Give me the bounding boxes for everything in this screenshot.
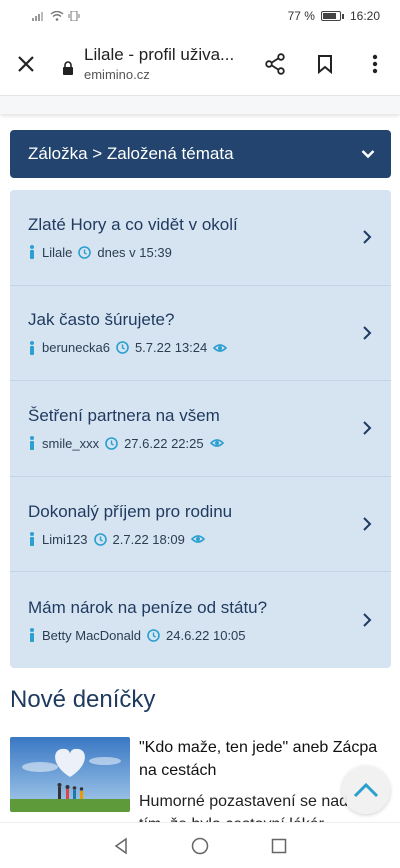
eye-icon: [209, 439, 224, 448]
status-right: 77 % 16:20: [288, 9, 380, 23]
bookmark-tab-selector[interactable]: Záložka > Založená témata: [10, 130, 391, 178]
topic-author: berunecka6: [42, 340, 110, 356]
bookmark-tab-label: Záložka > Založená témata: [28, 144, 234, 163]
topic-item[interactable]: Šetření partnera na všem smile_xxx 27.6.…: [10, 381, 391, 477]
wifi-icon: [50, 11, 64, 21]
topic-meta: Limi123 2.7.22 18:09: [28, 532, 232, 547]
topic-content: Dokonalý příjem pro rodinu Limi123 2.7.2…: [28, 502, 232, 547]
vibrate-icon: [68, 11, 80, 21]
page-domain: emimino.cz: [84, 67, 150, 82]
signal-icon: [32, 12, 43, 21]
topic-title: Zlaté Hory a co vidět v okolí: [28, 214, 238, 234]
topic-content: Jak často šúrujete? berunecka6 5.7.22 13…: [28, 310, 228, 356]
user-icon: [30, 628, 34, 643]
topic-item[interactable]: Zlaté Hory a co vidět v okolí Lilale dne…: [10, 190, 391, 286]
clock-icon: [116, 341, 129, 355]
topic-author: Betty MacDonald: [42, 627, 141, 643]
clock-icon: [93, 532, 107, 546]
clock-icon: [78, 245, 92, 259]
topic-author: smile_xxx: [42, 435, 100, 451]
diaries-heading: Nové deníčky: [10, 686, 156, 713]
eye-icon: [213, 344, 228, 352]
url-area[interactable]: Lilale - profil uživa... emimino.cz: [52, 45, 250, 82]
battery-percent: 77 %: [287, 9, 315, 23]
topic-date: 27.6.22 22:25: [124, 435, 204, 451]
page-top-strip: [0, 96, 400, 114]
topic-title: Šetření partnera na všem: [28, 405, 220, 425]
topic-content: Šetření partnera na všem smile_xxx 27.6.…: [28, 406, 224, 451]
page-title: Lilale - profil uživa...: [84, 45, 235, 64]
user-icon: [30, 532, 34, 547]
chevron-right-icon: [363, 230, 372, 245]
chevron-up-icon: [353, 782, 379, 798]
browser-toolbar: Lilale - profil uživa... emimino.cz: [0, 32, 400, 96]
lock-icon: [63, 61, 73, 75]
topic-date: 5.7.22 13:24: [134, 340, 208, 356]
topic-date: 24.6.22 10:05: [166, 627, 246, 643]
topic-date: dnes v 15:39: [97, 244, 172, 260]
topic-content: Zlaté Hory a co vidět v okolí Lilale dne…: [28, 215, 238, 260]
topic-title: Dokonalý příjem pro rodinu: [28, 501, 233, 521]
chevron-right-icon: [363, 613, 372, 627]
battery-icon: [320, 11, 341, 21]
diary-thumbnail[interactable]: [10, 737, 130, 812]
user-icon: [30, 436, 34, 451]
scroll-top-button[interactable]: [342, 766, 390, 814]
topic-author: Lilale: [42, 244, 73, 260]
status-icons: [32, 11, 80, 21]
topic-title: Mám nárok na peníze od státu?: [28, 597, 268, 617]
system-nav-bar: [0, 822, 400, 868]
topic-item[interactable]: Dokonalý příjem pro rodinu Limi123 2.7.2…: [10, 477, 391, 573]
topic-item[interactable]: Mám nárok na peníze od státu? Betty MacD…: [10, 572, 391, 668]
topic-author: Limi123: [42, 531, 88, 547]
eye-icon: [190, 535, 205, 543]
topic-title: Jak často šúrujete?: [28, 310, 175, 330]
chevron-down-icon: [361, 150, 375, 159]
diary-title[interactable]: "Kdo maže, ten jede" aneb Zácpa na cestá…: [139, 736, 379, 782]
home-icon[interactable]: [191, 837, 209, 855]
clock-time: 16:20: [349, 9, 380, 23]
topic-list: Zlaté Hory a co vidět v okolí Lilale dne…: [10, 190, 391, 668]
user-icon: [30, 340, 34, 355]
back-icon[interactable]: [113, 837, 129, 855]
battery-tip: [341, 13, 344, 19]
topic-meta: berunecka6 5.7.22 13:24: [28, 340, 228, 356]
topic-item[interactable]: Jak často šúrujete? berunecka6 5.7.22 13…: [10, 286, 391, 382]
more-menu-icon[interactable]: [350, 32, 400, 96]
user-icon: [30, 245, 34, 260]
topic-meta: smile_xxx 27.6.22 22:25: [28, 436, 224, 451]
bookmark-icon[interactable]: [300, 32, 350, 96]
chevron-right-icon: [363, 421, 372, 436]
status-bar: 77 % 16:20: [0, 0, 400, 32]
topic-meta: Betty MacDonald 24.6.22 10:05: [28, 628, 267, 643]
recents-icon[interactable]: [271, 838, 287, 854]
topic-meta: Lilale dnes v 15:39: [28, 245, 238, 260]
chevron-right-icon: [363, 326, 372, 340]
topic-content: Mám nárok na peníze od státu? Betty MacD…: [28, 598, 267, 643]
chevron-right-icon: [363, 517, 372, 531]
topic-date: 2.7.22 18:09: [112, 531, 185, 547]
clock-icon: [105, 437, 118, 450]
share-icon[interactable]: [250, 32, 300, 96]
clock-icon: [147, 628, 160, 642]
close-icon[interactable]: [0, 32, 52, 96]
